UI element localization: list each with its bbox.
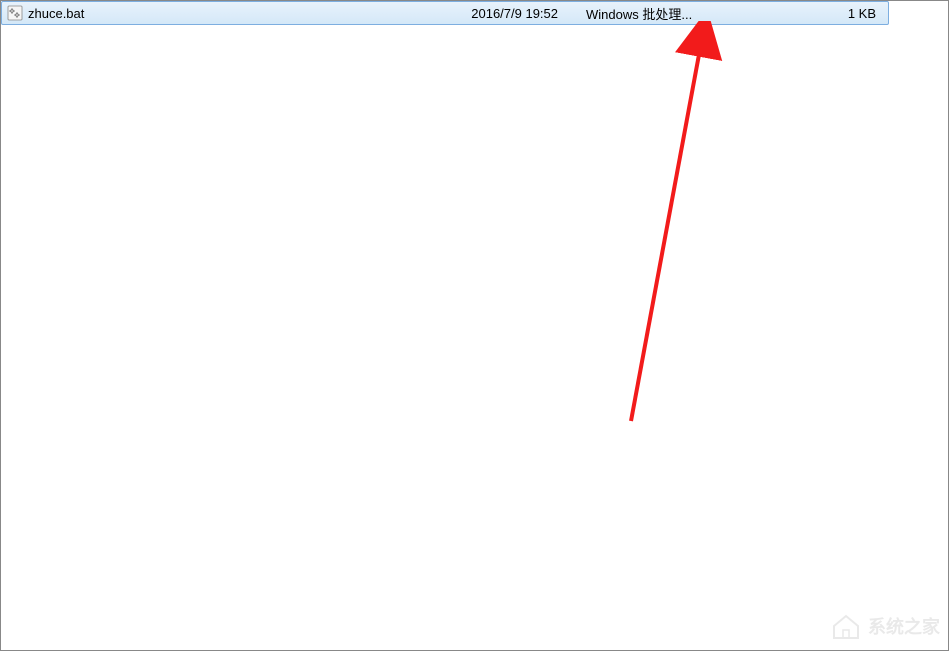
file-date: 2016/7/9 19:52	[398, 6, 578, 21]
file-row[interactable]: zhuce.bat 2016/7/9 19:52 Windows 批处理... …	[1, 1, 889, 25]
file-size: 1 KB	[748, 6, 884, 21]
file-list: zhuce.bat 2016/7/9 19:52 Windows 批处理... …	[1, 1, 948, 25]
watermark-text: 系统之家	[868, 613, 940, 639]
file-name: zhuce.bat	[28, 6, 398, 21]
arrow-annotation	[551, 21, 751, 441]
bat-file-icon	[6, 4, 24, 22]
watermark: 系统之家	[830, 610, 940, 642]
file-type: Windows 批处理...	[578, 4, 748, 23]
house-icon	[830, 610, 862, 642]
